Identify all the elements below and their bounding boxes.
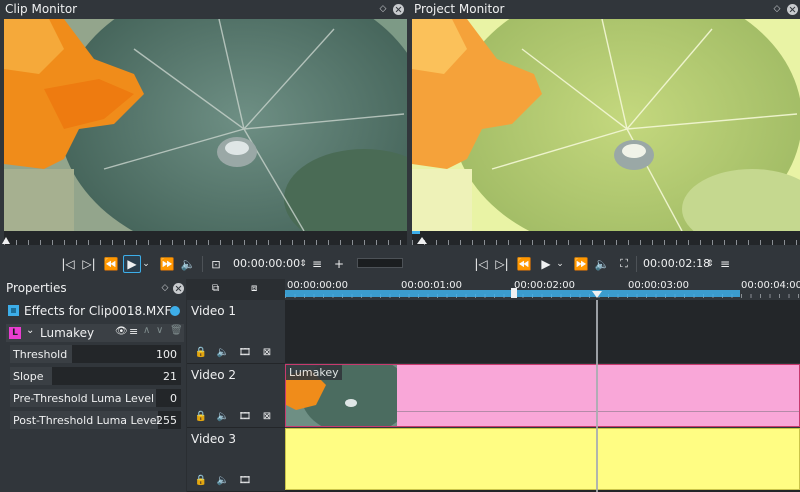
clip-monitor-title: Clip Monitor xyxy=(5,2,78,16)
clip-monitor-ruler[interactable] xyxy=(2,231,407,245)
lock-icon[interactable]: 🔒 xyxy=(195,410,207,422)
track-name: Video 1 xyxy=(191,304,237,318)
audio-level-line xyxy=(397,411,799,412)
audio-level-meter xyxy=(357,258,403,268)
track-header-video-1[interactable]: Video 1 🔒 🔈 🎞 ⊠ xyxy=(187,300,285,364)
move-down-icon[interactable]: ∨ xyxy=(156,325,163,336)
timeline-playhead-marker[interactable] xyxy=(592,291,602,298)
zone-icon[interactable]: ⊡ xyxy=(207,255,225,273)
menu-icon[interactable]: ≡ xyxy=(308,255,326,273)
composite-icon[interactable]: ⊠ xyxy=(261,410,273,422)
project-monitor-ruler[interactable] xyxy=(412,231,800,245)
track-name: Video 3 xyxy=(191,432,237,446)
project-monitor-toolbar: |◁ ▷| ⏪ ▶ ⌄ ⏩ 🔈 ⛶ 00:00:02:18 ⇕ ≡ xyxy=(412,251,800,277)
lock-icon[interactable]: 🔒 xyxy=(195,474,207,486)
track-area-video-2[interactable]: Lumakey xyxy=(285,364,800,428)
menu-icon[interactable]: ≡ xyxy=(716,255,734,273)
delete-icon[interactable]: 🗑 xyxy=(170,325,183,336)
float-icon[interactable]: ◇ xyxy=(770,2,784,16)
play-options-chevron-icon[interactable]: ⌄ xyxy=(555,255,565,273)
go-to-end-icon[interactable]: ▷| xyxy=(493,255,511,273)
effect-name: Lumakey xyxy=(40,326,95,340)
effect-badge: L xyxy=(9,327,21,339)
clip-monitor-toolbar: |◁ ▷| ⏪ ▶ ⌄ ⏩ 🔈 ⊡ 00:00:00:00 ⇕ ≡ + xyxy=(4,251,407,277)
param-label: Pre-Threshold Luma Level xyxy=(13,392,155,405)
split-audio-icon[interactable]: ⧉ xyxy=(212,283,219,294)
param-pre-threshold-luma[interactable]: Pre-Threshold Luma Level 0 xyxy=(9,388,182,408)
effect-menu-icon[interactable]: ≡ xyxy=(129,325,138,338)
effects-header[interactable]: Effects for Clip0018.MXF xyxy=(6,302,184,320)
close-icon[interactable] xyxy=(391,2,405,16)
playhead-marker[interactable] xyxy=(2,237,10,244)
param-value[interactable]: 0 xyxy=(170,392,177,405)
properties-title: Properties xyxy=(6,281,67,295)
param-post-threshold-luma[interactable]: Post-Threshold Luma Level 255 xyxy=(9,410,182,430)
param-value[interactable]: 100 xyxy=(156,348,177,361)
play-button[interactable]: ▶ xyxy=(123,255,141,273)
param-label: Slope xyxy=(13,370,44,383)
ruler-tick-label: 00:00:02:00 xyxy=(514,280,576,291)
ruler-tick-label: 00:00:03:00 xyxy=(628,280,690,291)
go-to-start-icon[interactable]: |◁ xyxy=(472,255,490,273)
ruler-tick-label: 00:00:04:00 xyxy=(741,280,800,291)
move-up-icon[interactable]: ∧ xyxy=(143,325,150,336)
hide-video-icon[interactable]: 🎞 xyxy=(239,410,252,422)
composite-icon[interactable]: ⊠ xyxy=(261,346,273,358)
rewind-icon[interactable]: ⏪ xyxy=(515,255,533,273)
project-monitor-title: Project Monitor xyxy=(414,2,505,16)
param-label: Threshold xyxy=(13,348,68,361)
mute-icon[interactable]: 🔈 xyxy=(217,410,229,422)
track-area-video-3[interactable] xyxy=(285,428,800,492)
volume-icon[interactable]: 🔈 xyxy=(593,255,611,273)
ruler-tick-label: 00:00:01:00 xyxy=(401,280,463,291)
param-value[interactable]: 255 xyxy=(156,414,177,427)
param-label: Post-Threshold Luma Level xyxy=(13,414,160,427)
clip-yellow[interactable] xyxy=(285,428,800,490)
close-icon[interactable] xyxy=(171,281,185,295)
go-to-start-icon[interactable]: |◁ xyxy=(59,255,77,273)
effects-enable-checkbox[interactable] xyxy=(8,305,19,316)
visibility-eye-icon[interactable]: 👁 xyxy=(115,326,128,337)
track-toggle-icon[interactable]: ⧈ xyxy=(251,283,257,294)
lock-icon[interactable]: 🔒 xyxy=(195,346,207,358)
param-value[interactable]: 21 xyxy=(163,370,177,383)
clip-monitor-view[interactable] xyxy=(4,19,407,231)
volume-icon[interactable]: 🔈 xyxy=(179,255,197,273)
float-icon[interactable]: ◇ xyxy=(158,281,172,295)
track-header-video-2[interactable]: Video 2 🔒 🔈 🎞 ⊠ xyxy=(187,364,285,428)
rewind-icon[interactable]: ⏪ xyxy=(102,255,120,273)
go-to-end-icon[interactable]: ▷| xyxy=(80,255,98,273)
ruler-tick-label: 00:00:00:00 xyxy=(287,280,349,291)
hide-video-icon[interactable]: 🎞 xyxy=(239,474,252,486)
forward-icon[interactable]: ⏩ xyxy=(572,255,590,273)
param-threshold[interactable]: Threshold 100 xyxy=(9,344,182,364)
add-icon[interactable]: + xyxy=(330,255,348,273)
effects-header-label: Effects for Clip0018.MXF xyxy=(24,304,172,318)
playhead-marker[interactable] xyxy=(417,237,427,244)
clip-effect-label: Lumakey xyxy=(286,365,342,380)
track-area-video-1[interactable] xyxy=(285,300,800,364)
collapse-chevron-icon[interactable]: ⌄ xyxy=(26,325,34,336)
timeline-playhead[interactable] xyxy=(596,300,598,492)
clip-lumakey[interactable]: Lumakey xyxy=(285,364,800,427)
play-button[interactable]: ▶ xyxy=(537,255,555,273)
clip-monitor-timecode[interactable]: 00:00:00:00 xyxy=(233,257,300,270)
project-monitor-view[interactable] xyxy=(412,19,800,231)
fullscreen-icon[interactable]: ⛶ xyxy=(615,255,633,273)
float-icon[interactable]: ◇ xyxy=(376,2,390,16)
param-slope[interactable]: Slope 21 xyxy=(9,366,182,386)
track-name: Video 2 xyxy=(191,368,237,382)
effect-row-lumakey[interactable]: L ⌄ Lumakey 👁 ≡ ∧ ∨ 🗑 xyxy=(6,324,184,342)
play-options-chevron-icon[interactable]: ⌄ xyxy=(141,255,151,273)
close-icon[interactable] xyxy=(785,2,799,16)
info-icon[interactable] xyxy=(170,306,180,316)
track-header-video-3[interactable]: Video 3 🔒 🔈 🎞 xyxy=(187,428,285,492)
mute-icon[interactable]: 🔈 xyxy=(217,474,229,486)
mute-icon[interactable]: 🔈 xyxy=(217,346,229,358)
hide-video-icon[interactable]: 🎞 xyxy=(239,346,252,358)
forward-icon[interactable]: ⏩ xyxy=(158,255,176,273)
